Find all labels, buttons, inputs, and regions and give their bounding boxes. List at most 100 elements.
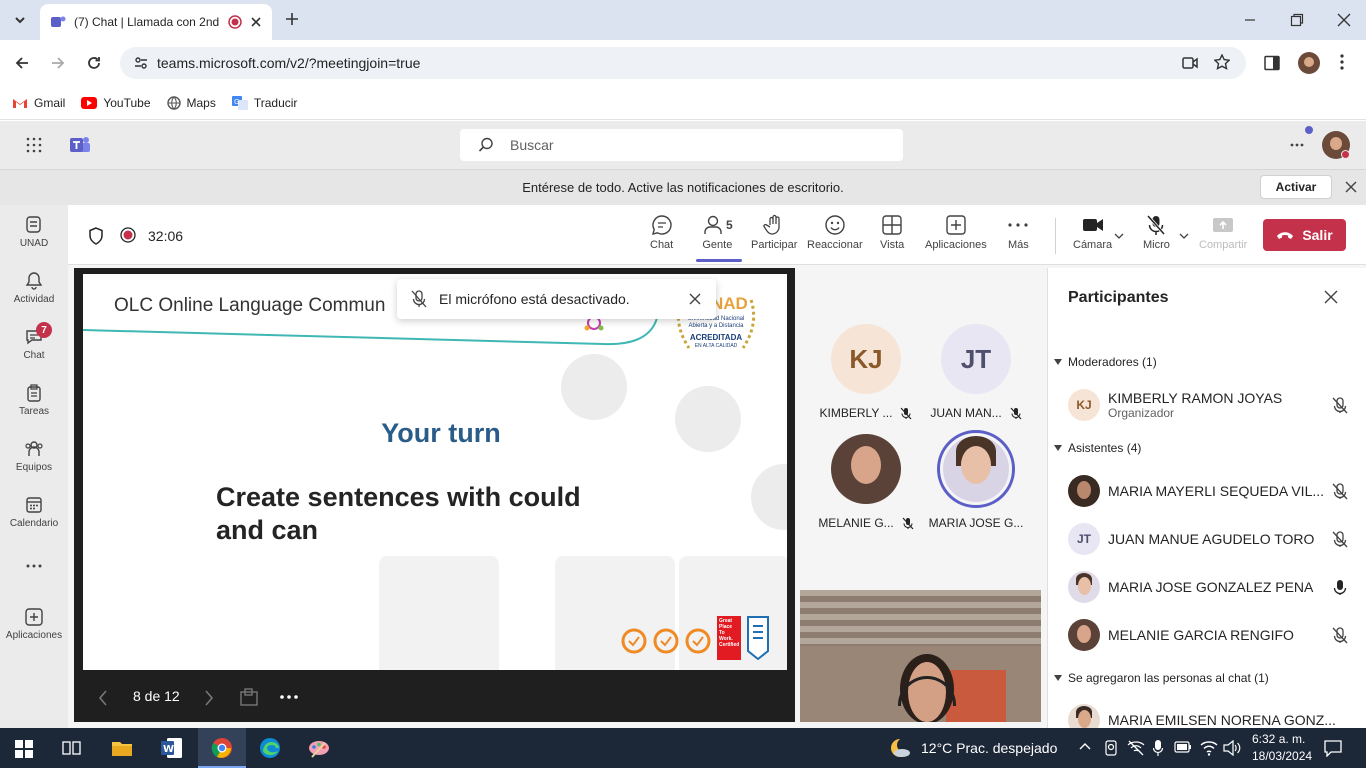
bookmark-star-icon[interactable] — [1214, 54, 1230, 70]
chrome-icon[interactable] — [211, 737, 233, 759]
meeting-timer: 32:06 — [148, 228, 184, 244]
mic-options-chevron-icon[interactable] — [1179, 233, 1189, 239]
network-disconnected-icon[interactable] — [1127, 740, 1145, 756]
clock-time[interactable]: 6:32 a. m. — [1252, 732, 1305, 746]
unad-icon — [24, 215, 44, 235]
close-toast-icon[interactable] — [689, 293, 701, 305]
action-center-icon[interactable] — [1324, 739, 1342, 757]
toolbar-label: Participar — [751, 239, 798, 251]
wifi-icon[interactable] — [1200, 740, 1218, 756]
rail-item-apps[interactable]: Aplicaciones — [0, 607, 68, 641]
participant-row[interactable]: MARIA MAYERLI SEQUEDA VIL... — [1068, 472, 1348, 510]
toolbar-people-button[interactable]: 5 Gente — [702, 214, 733, 251]
participant-name: MARIA EMILSEN NORENA GONZ... — [1108, 712, 1336, 728]
weather-text[interactable]: 12°C Prac. despejado — [921, 740, 1057, 756]
tasks-icon — [24, 383, 44, 403]
address-bar[interactable]: teams.microsoft.com/v2/?meetingjoin=true — [120, 47, 1246, 79]
close-panel-icon[interactable] — [1324, 290, 1338, 304]
camera-options-chevron-icon[interactable] — [1114, 233, 1124, 239]
previous-slide-icon[interactable] — [98, 690, 108, 706]
paint-icon[interactable] — [308, 737, 330, 759]
leave-meeting-button[interactable]: Salir — [1263, 219, 1346, 251]
file-explorer-icon[interactable] — [111, 738, 133, 758]
toolbar-camera-button[interactable]: Cámara — [1073, 214, 1112, 251]
edge-icon[interactable] — [259, 737, 281, 759]
browser-tab-active[interactable]: (7) Chat | Llamada con 2nd — [40, 4, 272, 40]
bookmark-maps[interactable]: Maps — [166, 95, 216, 110]
task-view-icon[interactable] — [62, 739, 82, 757]
shield-icon[interactable] — [88, 227, 104, 245]
battery-icon[interactable] — [1174, 741, 1192, 753]
participant-row[interactable]: MARIA EMILSEN NORENA GONZ... — [1068, 704, 1348, 728]
volume-icon[interactable] — [1223, 740, 1241, 756]
camera-tray-icon[interactable] — [1104, 740, 1118, 756]
bookmark-label: Maps — [186, 95, 216, 110]
toolbar-react-button[interactable]: Reaccionar — [807, 214, 863, 251]
rail-item-activity[interactable]: Actividad — [0, 271, 68, 305]
participant-row[interactable]: KJ KIMBERLY RAMON JOYAS Organizador — [1068, 386, 1348, 424]
url-text: teams.microsoft.com/v2/?meetingjoin=true — [157, 55, 421, 71]
participant-name: MARIA MAYERLI SEQUEDA VIL... — [1108, 483, 1325, 499]
toast-message: El micrófono está desactivado. — [439, 291, 630, 307]
forward-icon[interactable] — [50, 55, 66, 71]
profile-avatar[interactable] — [1298, 52, 1320, 74]
settings-more-icon[interactable] — [1290, 143, 1304, 147]
bookmark-traducir[interactable]: G Traducir — [231, 95, 297, 110]
toolbar-share-button[interactable]: Compartir — [1199, 214, 1247, 251]
toolbar-chat-button[interactable]: Chat — [650, 214, 673, 251]
bookmarks-bar: Gmail YouTube Maps G Traducir — [0, 86, 1366, 120]
participant-row[interactable]: MARIA JOSE GONZALEZ PENA — [1068, 568, 1348, 606]
participant-tile[interactable]: MELANIE G... — [811, 434, 921, 530]
next-slide-icon[interactable] — [204, 690, 214, 706]
microphone-tray-icon[interactable] — [1153, 739, 1163, 757]
reload-icon[interactable] — [86, 55, 102, 71]
avatar: JT — [941, 324, 1011, 394]
rail-item-chat[interactable]: Chat — [0, 327, 68, 361]
moderators-section-header[interactable]: Moderadores (1) — [1054, 355, 1157, 369]
participant-tile-speaking[interactable]: MARIA JOSE G... — [921, 430, 1031, 530]
rail-item-unad[interactable]: UNAD — [0, 215, 68, 249]
toolbar-apps-button[interactable]: Aplicaciones — [925, 214, 987, 251]
self-video-preview[interactable] — [800, 590, 1041, 722]
toolbar-raise-hand-button[interactable]: Participar — [751, 214, 797, 251]
minimize-icon[interactable] — [1244, 14, 1256, 26]
close-tab-icon[interactable] — [250, 16, 262, 28]
rail-item-more[interactable] — [0, 564, 68, 568]
toolbar-view-button[interactable]: Vista — [880, 214, 904, 251]
participant-tile[interactable]: JT JUAN MAN... — [921, 324, 1031, 420]
browser-menu-icon[interactable] — [1340, 54, 1344, 70]
rail-item-tasks[interactable]: Tareas — [0, 383, 68, 417]
attendees-section-header[interactable]: Asistentes (4) — [1054, 441, 1141, 455]
participant-row[interactable]: MELANIE GARCIA RENGIFO — [1068, 616, 1348, 654]
word-icon[interactable]: W — [161, 737, 183, 759]
windows-start-icon[interactable] — [15, 740, 33, 758]
face-photo — [1078, 710, 1091, 728]
toolbar-more-button[interactable]: Más — [1008, 214, 1029, 251]
back-icon[interactable] — [14, 55, 30, 71]
restore-icon[interactable] — [1290, 13, 1304, 27]
teams-search-input[interactable]: Buscar — [460, 129, 903, 161]
ceiling-background — [800, 590, 1041, 650]
participant-tile[interactable]: KJ KIMBERLY ... — [811, 324, 921, 420]
rail-item-teams[interactable]: Equipos — [0, 439, 68, 473]
site-info-icon[interactable] — [134, 56, 148, 70]
close-window-icon[interactable] — [1337, 13, 1351, 27]
tab-search-chevron-icon[interactable] — [12, 12, 28, 28]
slide-overview-icon[interactable] — [240, 688, 260, 706]
added-section-header[interactable]: Se agregaron las personas al chat (1) — [1054, 671, 1269, 685]
app-launcher-icon[interactable] — [26, 137, 42, 153]
toolbar-mic-button[interactable]: Micro — [1143, 214, 1170, 251]
tray-overflow-chevron-icon[interactable] — [1079, 742, 1091, 750]
camera-permission-icon[interactable] — [1182, 56, 1198, 70]
rail-item-calendar[interactable]: Calendario — [0, 495, 68, 529]
activate-notifications-button[interactable]: Activar — [1260, 175, 1332, 199]
decor-circle — [561, 354, 627, 420]
bookmark-gmail[interactable]: Gmail — [12, 96, 65, 110]
bookmark-youtube[interactable]: YouTube — [81, 96, 151, 110]
dismiss-banner-icon[interactable] — [1345, 181, 1357, 193]
new-tab-icon[interactable] — [285, 12, 299, 26]
side-panel-icon[interactable] — [1264, 55, 1280, 71]
slide-more-icon[interactable] — [280, 695, 298, 699]
clock-date[interactable]: 18/03/2024 — [1252, 749, 1312, 763]
participant-row[interactable]: JT JUAN MANUE AGUDELO TORO — [1068, 520, 1348, 558]
